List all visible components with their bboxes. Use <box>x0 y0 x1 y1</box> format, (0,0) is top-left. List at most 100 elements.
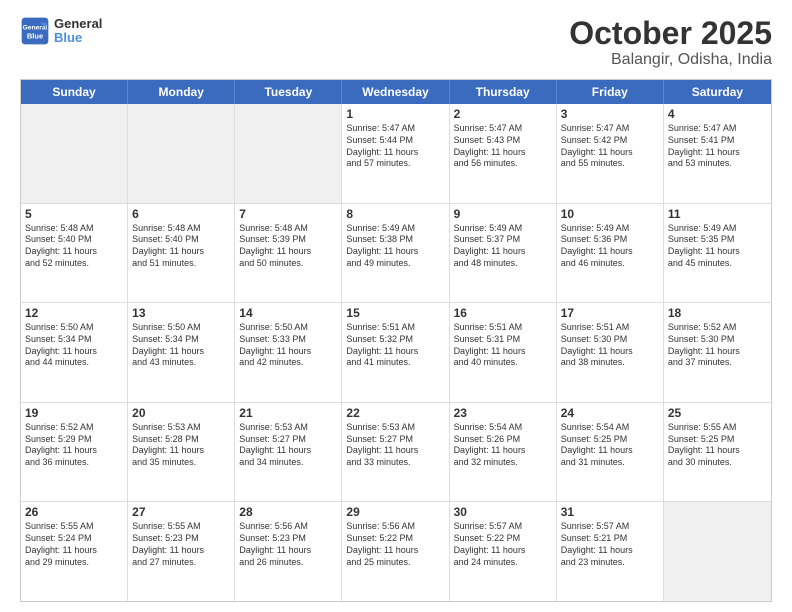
cell-text: Sunrise: 5:51 AM Sunset: 5:30 PM Dayligh… <box>561 322 659 369</box>
svg-text:Blue: Blue <box>27 32 43 41</box>
cell-text: Sunrise: 5:55 AM Sunset: 5:25 PM Dayligh… <box>668 422 767 469</box>
cell-text: Sunrise: 5:56 AM Sunset: 5:23 PM Dayligh… <box>239 521 337 568</box>
calendar-cell: 15 Sunrise: 5:51 AM Sunset: 5:32 PM Dayli… <box>342 303 449 402</box>
calendar-cell: 13Sunrise: 5:50 AM Sunset: 5:34 PM Dayli… <box>128 303 235 402</box>
calendar-cell: 2 Sunrise: 5:47 AM Sunset: 5:43 PM Daylig… <box>450 104 557 203</box>
calendar-cell: 3 Sunrise: 5:47 AM Sunset: 5:42 PM Daylig… <box>557 104 664 203</box>
calendar-cell: 5 Sunrise: 5:48 AM Sunset: 5:40 PM Daylig… <box>21 204 128 303</box>
calendar-cell <box>664 502 771 601</box>
cell-text: Sunrise: 5:49 AM Sunset: 5:37 PM Dayligh… <box>454 223 552 270</box>
weekday-header: Sunday <box>21 80 128 104</box>
cell-text: Sunrise: 5:51 AM Sunset: 5:31 PM Dayligh… <box>454 322 552 369</box>
calendar-row: 5 Sunrise: 5:48 AM Sunset: 5:40 PM Daylig… <box>21 204 771 304</box>
calendar-cell: 1Sunrise: 5:47 AM Sunset: 5:44 PM Daylig… <box>342 104 449 203</box>
cell-text: Sunrise: 5:55 AM Sunset: 5:24 PM Dayligh… <box>25 521 123 568</box>
calendar-cell: 18 Sunrise: 5:52 AM Sunset: 5:30 PM Dayli… <box>664 303 771 402</box>
day-number: 6 <box>132 207 230 221</box>
weekday-header: Thursday <box>450 80 557 104</box>
calendar-cell: 7Sunrise: 5:48 AM Sunset: 5:39 PM Daylig… <box>235 204 342 303</box>
day-number: 12 <box>25 306 123 320</box>
logo-icon: General Blue <box>20 16 50 46</box>
cell-text: Sunrise: 5:48 AM Sunset: 5:40 PM Dayligh… <box>25 223 123 270</box>
calendar-cell: 11Sunrise: 5:49 AM Sunset: 5:35 PM Dayli… <box>664 204 771 303</box>
cell-text: Sunrise: 5:52 AM Sunset: 5:29 PM Dayligh… <box>25 422 123 469</box>
day-number: 27 <box>132 505 230 519</box>
day-number: 15 <box>346 306 444 320</box>
calendar-cell: 23Sunrise: 5:54 AM Sunset: 5:26 PM Dayli… <box>450 403 557 502</box>
calendar-cell: 21 Sunrise: 5:53 AM Sunset: 5:27 PM Dayli… <box>235 403 342 502</box>
calendar-title: October 2025 <box>569 16 772 51</box>
calendar-cell: 19 Sunrise: 5:52 AM Sunset: 5:29 PM Dayli… <box>21 403 128 502</box>
day-number: 11 <box>668 207 767 221</box>
calendar-cell <box>21 104 128 203</box>
cell-text: Sunrise: 5:53 AM Sunset: 5:28 PM Dayligh… <box>132 422 230 469</box>
cell-text: Sunrise: 5:53 AM Sunset: 5:27 PM Dayligh… <box>239 422 337 469</box>
logo-line2: Blue <box>54 31 102 45</box>
cell-text: Sunrise: 5:52 AM Sunset: 5:30 PM Dayligh… <box>668 322 767 369</box>
cell-text: Sunrise: 5:51 AM Sunset: 5:32 PM Dayligh… <box>346 322 444 369</box>
page: General Blue General Blue October 2025 B… <box>0 0 792 612</box>
calendar-body: 1Sunrise: 5:47 AM Sunset: 5:44 PM Daylig… <box>21 104 771 601</box>
calendar-cell: 12Sunrise: 5:50 AM Sunset: 5:34 PM Dayli… <box>21 303 128 402</box>
calendar-cell: 28 Sunrise: 5:56 AM Sunset: 5:23 PM Dayli… <box>235 502 342 601</box>
calendar-cell: 29 Sunrise: 5:56 AM Sunset: 5:22 PM Dayli… <box>342 502 449 601</box>
calendar-subtitle: Balangir, Odisha, India <box>569 51 772 69</box>
weekday-header: Tuesday <box>235 80 342 104</box>
day-number: 14 <box>239 306 337 320</box>
calendar-row: 19 Sunrise: 5:52 AM Sunset: 5:29 PM Dayli… <box>21 403 771 503</box>
day-number: 10 <box>561 207 659 221</box>
calendar-cell: 6 Sunrise: 5:48 AM Sunset: 5:40 PM Daylig… <box>128 204 235 303</box>
day-number: 26 <box>25 505 123 519</box>
day-number: 5 <box>25 207 123 221</box>
day-number: 20 <box>132 406 230 420</box>
calendar-cell: 4Sunrise: 5:47 AM Sunset: 5:41 PM Daylig… <box>664 104 771 203</box>
cell-text: Sunrise: 5:47 AM Sunset: 5:44 PM Dayligh… <box>346 123 444 170</box>
day-number: 18 <box>668 306 767 320</box>
calendar-header: SundayMondayTuesdayWednesdayThursdayFrid… <box>21 80 771 104</box>
day-number: 29 <box>346 505 444 519</box>
weekday-header: Monday <box>128 80 235 104</box>
day-number: 3 <box>561 107 659 121</box>
calendar-cell: 8 Sunrise: 5:49 AM Sunset: 5:38 PM Daylig… <box>342 204 449 303</box>
cell-text: Sunrise: 5:54 AM Sunset: 5:26 PM Dayligh… <box>454 422 552 469</box>
cell-text: Sunrise: 5:57 AM Sunset: 5:22 PM Dayligh… <box>454 521 552 568</box>
day-number: 16 <box>454 306 552 320</box>
logo-text: General Blue <box>54 17 102 46</box>
day-number: 24 <box>561 406 659 420</box>
day-number: 31 <box>561 505 659 519</box>
day-number: 28 <box>239 505 337 519</box>
calendar-cell: 14Sunrise: 5:50 AM Sunset: 5:33 PM Dayli… <box>235 303 342 402</box>
cell-text: Sunrise: 5:48 AM Sunset: 5:40 PM Dayligh… <box>132 223 230 270</box>
logo-line1: General <box>54 17 102 31</box>
cell-text: Sunrise: 5:50 AM Sunset: 5:34 PM Dayligh… <box>132 322 230 369</box>
weekday-header: Saturday <box>664 80 771 104</box>
day-number: 2 <box>454 107 552 121</box>
cell-text: Sunrise: 5:53 AM Sunset: 5:27 PM Dayligh… <box>346 422 444 469</box>
day-number: 25 <box>668 406 767 420</box>
cell-text: Sunrise: 5:47 AM Sunset: 5:43 PM Dayligh… <box>454 123 552 170</box>
calendar-cell: 10Sunrise: 5:49 AM Sunset: 5:36 PM Dayli… <box>557 204 664 303</box>
logo: General Blue General Blue <box>20 16 102 46</box>
day-number: 19 <box>25 406 123 420</box>
cell-text: Sunrise: 5:55 AM Sunset: 5:23 PM Dayligh… <box>132 521 230 568</box>
cell-text: Sunrise: 5:49 AM Sunset: 5:38 PM Dayligh… <box>346 223 444 270</box>
cell-text: Sunrise: 5:56 AM Sunset: 5:22 PM Dayligh… <box>346 521 444 568</box>
calendar-cell: 30 Sunrise: 5:57 AM Sunset: 5:22 PM Dayli… <box>450 502 557 601</box>
cell-text: Sunrise: 5:57 AM Sunset: 5:21 PM Dayligh… <box>561 521 659 568</box>
day-number: 9 <box>454 207 552 221</box>
calendar-cell: 31 Sunrise: 5:57 AM Sunset: 5:21 PM Dayli… <box>557 502 664 601</box>
calendar-cell: 17Sunrise: 5:51 AM Sunset: 5:30 PM Dayli… <box>557 303 664 402</box>
day-number: 22 <box>346 406 444 420</box>
calendar: SundayMondayTuesdayWednesdayThursdayFrid… <box>20 79 772 602</box>
calendar-cell: 22 Sunrise: 5:53 AM Sunset: 5:27 PM Dayli… <box>342 403 449 502</box>
calendar-cell: 27 Sunrise: 5:55 AM Sunset: 5:23 PM Dayli… <box>128 502 235 601</box>
weekday-header: Wednesday <box>342 80 449 104</box>
calendar-cell: 9 Sunrise: 5:49 AM Sunset: 5:37 PM Daylig… <box>450 204 557 303</box>
cell-text: Sunrise: 5:47 AM Sunset: 5:42 PM Dayligh… <box>561 123 659 170</box>
day-number: 8 <box>346 207 444 221</box>
calendar-cell <box>235 104 342 203</box>
calendar-cell <box>128 104 235 203</box>
day-number: 21 <box>239 406 337 420</box>
day-number: 30 <box>454 505 552 519</box>
calendar-cell: 24Sunrise: 5:54 AM Sunset: 5:25 PM Dayli… <box>557 403 664 502</box>
